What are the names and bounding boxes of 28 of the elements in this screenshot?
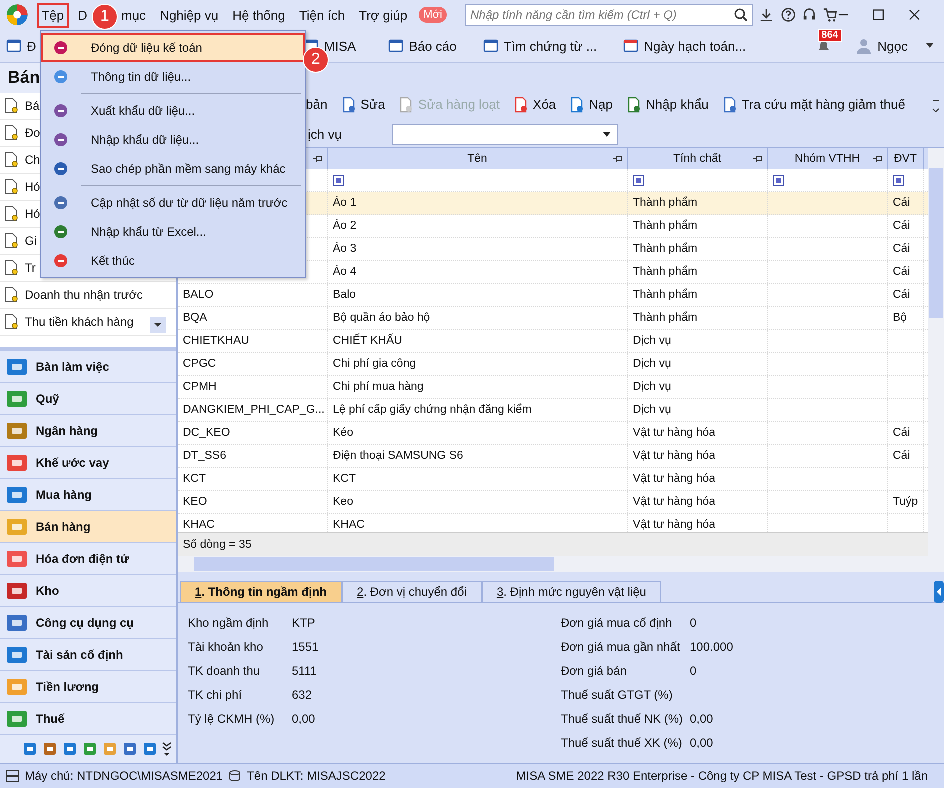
field-label: TK doanh thu <box>188 664 262 678</box>
notification-count: 864 <box>818 29 842 42</box>
field-value: 1551 <box>292 640 319 654</box>
field-value: KTP <box>292 616 316 630</box>
field-label: Tài khoản kho <box>188 640 264 654</box>
field-value: 632 <box>292 688 312 702</box>
field-label: Đơn giá mua cố định <box>561 616 674 630</box>
field-value: 0 <box>690 616 697 630</box>
server-name: Máy chủ: NTDNGOC\MISASME2021 <box>25 769 224 783</box>
field-value: 100.000 <box>690 640 734 654</box>
field-label: Đơn giá bán <box>561 664 628 678</box>
license-info: MISA SME 2022 R30 Enterprise - Công ty CP MISA Test - GPSD trả phí 1 lần <box>516 769 928 783</box>
field-label: Thuế suất GTGT (%) <box>561 688 674 702</box>
row-count: Số dòng = 35 <box>182 538 253 553</box>
filter-label: ịch vụ <box>308 126 342 142</box>
field-value: 0,00 <box>292 712 316 726</box>
field-value: 5111 <box>292 664 317 678</box>
field-value: 0 <box>690 664 697 678</box>
field-label: Đơn giá mua gần nhất <box>561 640 682 654</box>
field-label: TK chi phí <box>188 688 244 702</box>
field-label: Thuế suất thuế XK (%) <box>561 736 684 750</box>
field-label: Thuế suất thuế NK (%) <box>561 712 684 726</box>
database-name: Tên DLKT: MISAJSC2022 <box>247 769 386 783</box>
new-badge: Mới <box>418 7 448 23</box>
field-label: Tỷ lệ CKMH (%) <box>188 712 276 726</box>
field-value: 0,00 <box>690 712 714 726</box>
field-value: 0,00 <box>690 736 714 750</box>
field-label: Kho ngầm định <box>188 616 270 630</box>
